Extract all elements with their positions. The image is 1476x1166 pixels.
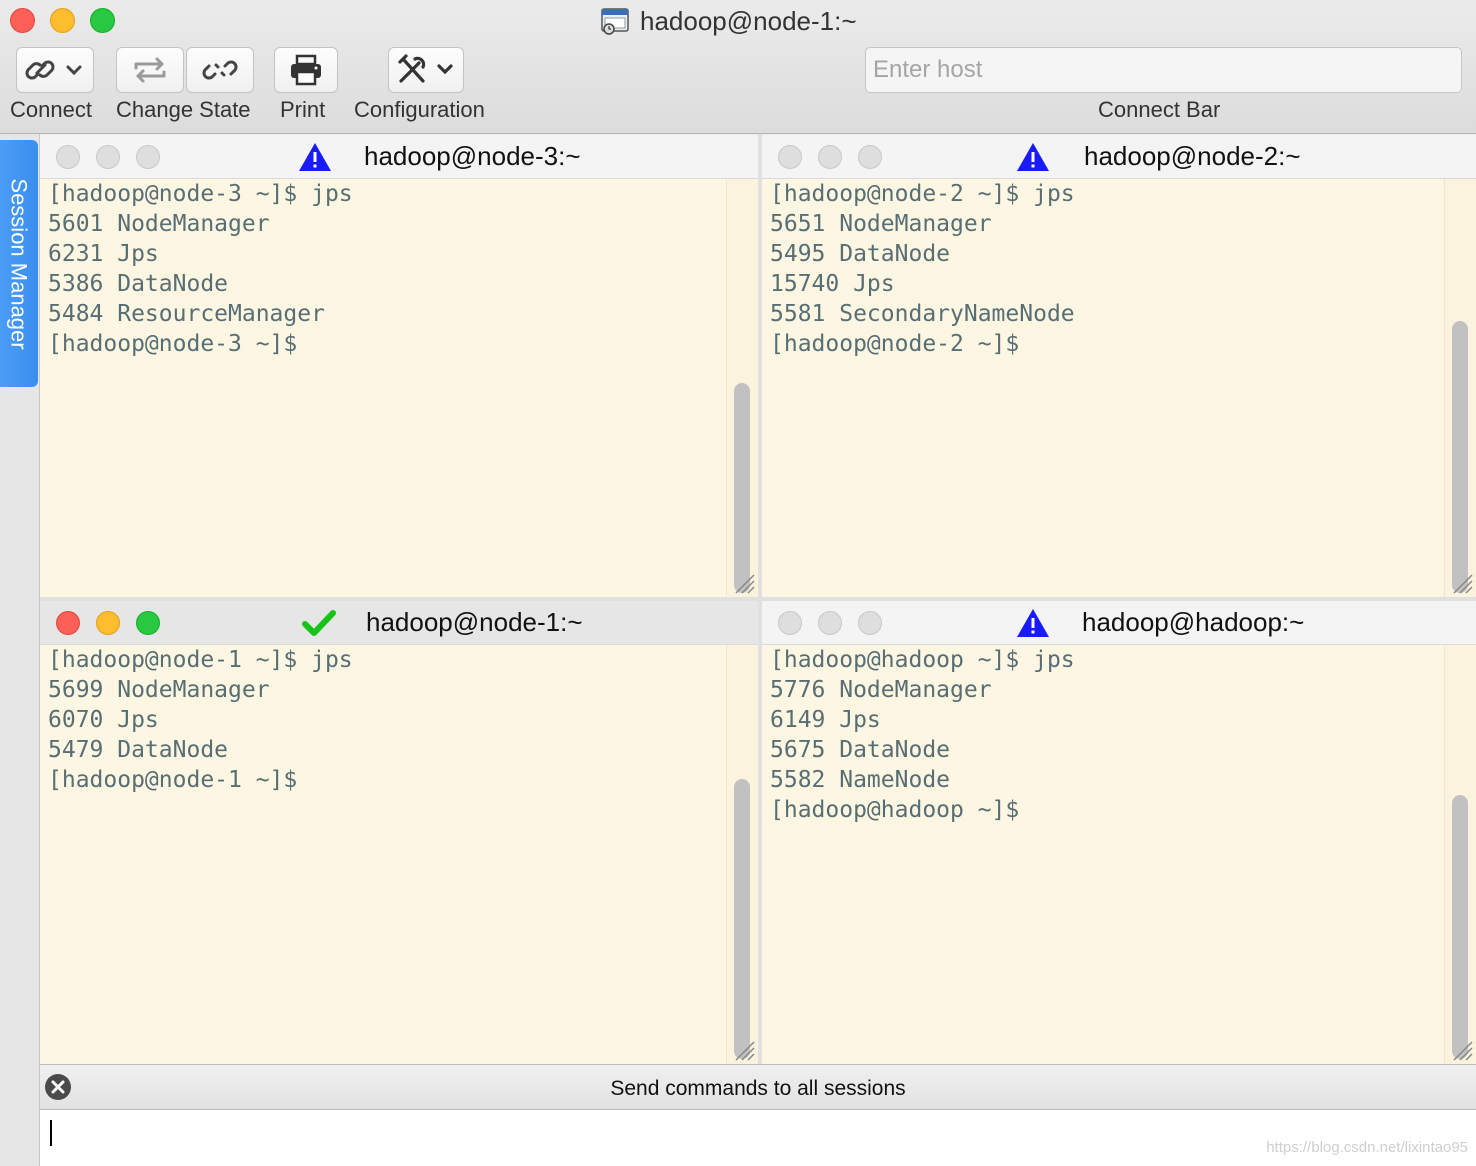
pane-minimize-button[interactable] <box>96 611 120 635</box>
terminal-line: 6070 Jps <box>48 707 159 733</box>
terminal-line: 15740 Jps <box>770 271 895 297</box>
title-toolbar-area: hadoop@node-1:~ Connect Change State Pri… <box>0 0 1476 134</box>
pane-header: hadoop@node-3:~ <box>40 135 758 179</box>
terminal-app-icon <box>601 8 629 35</box>
checkmark-icon <box>302 610 336 636</box>
pane-header: hadoop@node-2:~ <box>762 135 1476 179</box>
terminal-line: [hadoop@node-3 ~]$ <box>48 331 298 357</box>
session-pane-node-1[interactable]: hadoop@node-1:~ [hadoop@node-1 ~]$ jps 5… <box>40 601 758 1064</box>
printer-icon <box>291 54 321 86</box>
terminal-line: 6149 Jps <box>770 707 881 733</box>
warning-icon <box>1017 609 1049 637</box>
session-manager-tab[interactable]: Session Manager <box>0 140 38 387</box>
pane-title: hadoop@node-1:~ <box>366 607 583 637</box>
terminal-line: 5675 DataNode <box>770 737 951 763</box>
terminal-line: [hadoop@node-2 ~]$ <box>770 331 1020 357</box>
terminal-line: 5651 NodeManager <box>770 211 992 237</box>
terminal-line: [hadoop@node-1 ~]$ <box>48 767 298 793</box>
session-pane-node-3[interactable]: hadoop@node-3:~ [hadoop@node-3 ~]$ jps 5… <box>40 135 758 597</box>
print-label: Print <box>280 97 326 122</box>
pane-close-button[interactable] <box>56 611 80 635</box>
scrollbar[interactable] <box>726 645 758 1064</box>
configuration-button[interactable] <box>388 47 464 93</box>
pane-minimize-button[interactable] <box>818 611 842 635</box>
terminal-output[interactable]: [hadoop@node-2 ~]$ jps 5651 NodeManager … <box>762 179 1476 597</box>
terminal-line: 5699 NodeManager <box>48 677 270 703</box>
terminal-line: 5495 DataNode <box>770 241 951 267</box>
terminal-line: [hadoop@hadoop ~]$ <box>770 797 1020 823</box>
pane-title: hadoop@node-2:~ <box>1084 141 1301 171</box>
pane-header: hadoop@hadoop:~ <box>762 601 1476 645</box>
reconnect-icon <box>134 57 166 83</box>
resize-grip-icon[interactable] <box>734 573 756 595</box>
terminal-line: 5386 DataNode <box>48 271 229 297</box>
watermark: https://blog.csdn.net/lixintao95 <box>1266 1139 1468 1156</box>
send-commands-label: Send commands to all sessions <box>610 1077 906 1100</box>
terminal-line: 5776 NodeManager <box>770 677 992 703</box>
connect-button[interactable] <box>16 47 94 93</box>
send-commands-input[interactable] <box>40 1110 1476 1166</box>
terminal-line: 5479 DataNode <box>48 737 229 763</box>
resize-grip-icon[interactable] <box>734 1040 756 1062</box>
warning-icon <box>299 143 331 171</box>
connect-label: Connect <box>10 97 92 122</box>
terminal-line: [hadoop@hadoop ~]$ jps <box>770 647 1075 673</box>
pane-zoom-button[interactable] <box>858 145 882 169</box>
pane-header: hadoop@node-1:~ <box>40 601 758 645</box>
scroll-thumb[interactable] <box>734 383 750 593</box>
terminal-line: [hadoop@node-3 ~]$ jps <box>48 181 353 207</box>
pane-minimize-button[interactable] <box>96 145 120 169</box>
zoom-window-button[interactable] <box>90 8 115 33</box>
pane-zoom-button[interactable] <box>136 611 160 635</box>
session-pane-node-2[interactable]: hadoop@node-2:~ [hadoop@node-2 ~]$ jps 5… <box>762 135 1476 597</box>
window-title: hadoop@node-1:~ <box>600 4 857 38</box>
pane-title: hadoop@node-3:~ <box>364 141 581 171</box>
terminal-line: 5601 NodeManager <box>48 211 270 237</box>
print-button[interactable] <box>274 47 338 93</box>
link-icon <box>25 60 82 80</box>
terminal-line: 6231 Jps <box>48 241 159 267</box>
session-pane-hadoop[interactable]: hadoop@hadoop:~ [hadoop@hadoop ~]$ jps 5… <box>762 601 1476 1064</box>
terminal-output[interactable]: [hadoop@node-3 ~]$ jps 5601 NodeManager … <box>40 179 758 597</box>
terminal-output[interactable]: [hadoop@hadoop ~]$ jps 5776 NodeManager … <box>762 645 1476 1064</box>
warning-icon <box>1017 143 1049 171</box>
terminal-line: 5484 ResourceManager <box>48 301 325 327</box>
disconnect-button[interactable] <box>186 47 254 93</box>
terminal-line: 5582 NameNode <box>770 767 951 793</box>
pane-close-button[interactable] <box>56 145 80 169</box>
scrollbar[interactable] <box>1444 179 1476 597</box>
terminal-line: [hadoop@node-1 ~]$ jps <box>48 647 353 673</box>
session-manager-label: Session Manager <box>7 177 32 350</box>
host-input[interactable] <box>865 47 1462 93</box>
terminal-line: [hadoop@node-2 ~]$ jps <box>770 181 1075 207</box>
send-commands-bar: Send commands to all sessions <box>40 1064 1476 1110</box>
pane-zoom-button[interactable] <box>136 145 160 169</box>
scrollbar[interactable] <box>1444 645 1476 1064</box>
tools-icon <box>398 54 453 83</box>
scroll-thumb[interactable] <box>1452 795 1468 1059</box>
configuration-label: Configuration <box>354 97 485 122</box>
scroll-thumb[interactable] <box>734 779 750 1059</box>
pane-minimize-button[interactable] <box>818 145 842 169</box>
resize-grip-icon[interactable] <box>1452 573 1474 595</box>
horizontal-split-divider[interactable] <box>40 597 1476 601</box>
reconnect-button[interactable] <box>116 47 184 93</box>
window-title-text: hadoop@node-1:~ <box>640 5 857 36</box>
connect-bar-label: Connect Bar <box>1098 97 1221 122</box>
pane-close-button[interactable] <box>778 611 802 635</box>
scroll-thumb[interactable] <box>1452 321 1468 593</box>
minimize-window-button[interactable] <box>50 8 75 33</box>
resize-grip-icon[interactable] <box>1452 1040 1474 1062</box>
pane-close-button[interactable] <box>778 145 802 169</box>
pane-zoom-button[interactable] <box>858 611 882 635</box>
broken-link-icon <box>202 60 238 80</box>
terminal-output[interactable]: [hadoop@node-1 ~]$ jps 5699 NodeManager … <box>40 645 758 1064</box>
pane-title: hadoop@hadoop:~ <box>1082 607 1305 637</box>
close-window-button[interactable] <box>10 8 35 33</box>
change-state-label: Change State <box>116 97 251 122</box>
scrollbar[interactable] <box>726 179 758 597</box>
terminal-line: 5581 SecondaryNameNode <box>770 301 1075 327</box>
text-caret <box>50 1120 52 1146</box>
